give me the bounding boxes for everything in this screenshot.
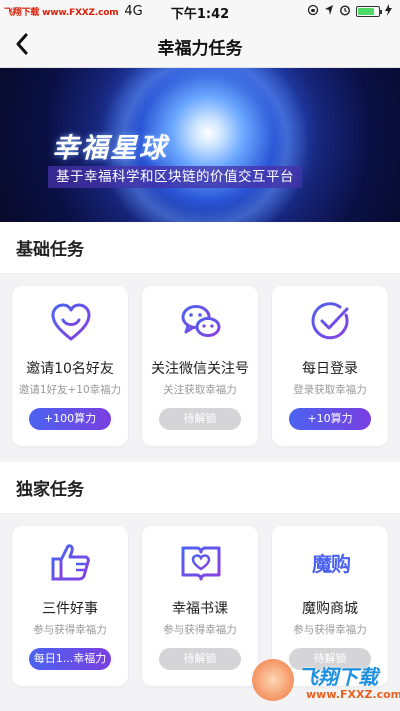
mogou-logo-icon: 魔购 — [310, 542, 352, 582]
task-card-invite[interactable]: 邀请10名好友 邀请1好友+10幸福力 +100算力 — [12, 286, 128, 446]
battery-icon — [356, 6, 382, 17]
task-desc: 参与获得幸福力 — [33, 624, 107, 636]
task-title: 三件好事 — [42, 601, 98, 617]
task-desc: 参与获得幸福力 — [293, 624, 367, 636]
thumbs-up-icon — [51, 544, 90, 581]
task-desc: 参与获得幸福力 — [163, 624, 237, 636]
task-action-button[interactable]: +100算力 — [29, 408, 111, 430]
task-card-daily-login[interactable]: 每日登录 登录获取幸福力 +10算力 — [272, 286, 388, 446]
page-title: 幸福力任务 — [157, 39, 243, 59]
task-title: 每日登录 — [302, 361, 358, 377]
watermark-logo-icon — [252, 659, 294, 701]
banner-title: 幸福星球 — [52, 133, 168, 164]
book-heart-icon — [181, 546, 221, 581]
check-circle-icon — [311, 302, 349, 340]
navigation-bar: 幸福力任务 — [0, 22, 400, 68]
task-title: 邀请10名好友 — [26, 361, 114, 377]
task-title: 关注微信关注号 — [151, 361, 249, 377]
task-card-three-good-things[interactable]: 三件好事 参与获得幸福力 每日1...幸福力 — [12, 526, 128, 686]
heart-smile-icon — [51, 303, 91, 341]
lock-rotation-icon — [307, 4, 319, 19]
status-bar: 飞翔下载 www.FXXZ.com 4G 下午1:42 — [0, 0, 400, 22]
banner-subtitle: 基于幸福科学和区块链的价值交互平台 — [48, 166, 302, 188]
wechat-icon — [181, 305, 221, 337]
section-title: 基础任务 — [0, 222, 400, 274]
watermark-url: www.FXXZ.com — [306, 688, 400, 701]
watermark-text: 飞翔下载 — [298, 665, 378, 689]
task-title: 幸福书课 — [172, 601, 228, 617]
task-desc: 关注获取幸福力 — [163, 384, 237, 396]
task-desc: 邀请1好友+10幸福力 — [18, 384, 122, 396]
alarm-icon — [339, 4, 351, 19]
task-title: 魔购商城 — [302, 601, 358, 617]
section-title: 独家任务 — [0, 462, 400, 514]
task-locked-button[interactable]: 待解锁 — [159, 408, 241, 430]
mogou-logo-text: 魔购 — [312, 551, 351, 576]
task-action-button[interactable]: 每日1...幸福力 — [29, 648, 111, 670]
charging-icon — [385, 4, 392, 19]
location-icon — [324, 4, 334, 19]
basic-tasks-section: 基础任务 邀请10名好友 邀请1好友+10幸福力 +100算力 关注微信关注号 … — [0, 222, 400, 462]
watermark: 飞翔下载 www.FXXZ.com — [252, 657, 400, 711]
task-locked-button[interactable]: 待解锁 — [159, 648, 241, 670]
task-card-wechat[interactable]: 关注微信关注号 关注获取幸福力 待解锁 — [142, 286, 258, 446]
task-card-happiness-book[interactable]: 幸福书课 参与获得幸福力 待解锁 — [142, 526, 258, 686]
promo-banner[interactable]: 幸福星球 基于幸福科学和区块链的价值交互平台 — [0, 68, 400, 222]
task-desc: 登录获取幸福力 — [293, 384, 367, 396]
task-action-button[interactable]: +10算力 — [289, 408, 371, 430]
